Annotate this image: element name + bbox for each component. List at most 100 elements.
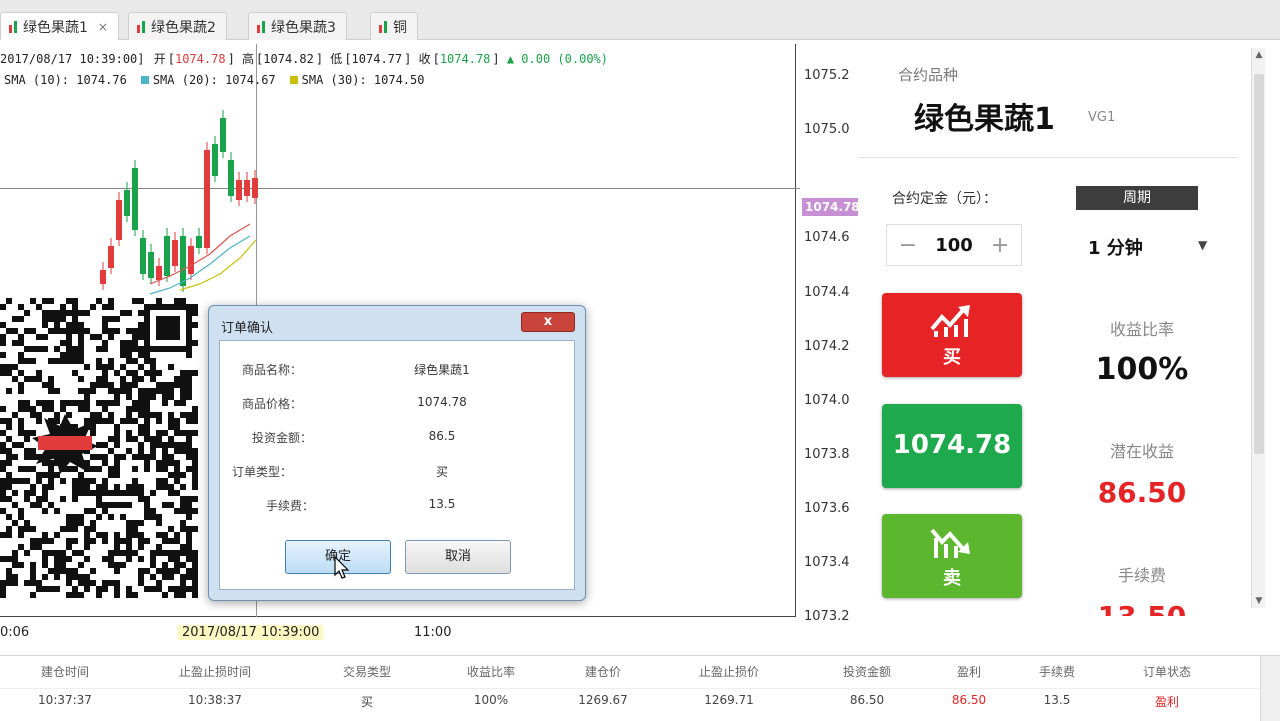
qr-cell	[192, 562, 198, 568]
dialog-close-button[interactable]: x	[521, 312, 575, 332]
increment-button[interactable]: +	[989, 233, 1011, 258]
qr-cell	[12, 364, 18, 370]
qr-cell	[36, 346, 42, 352]
candle-body	[236, 180, 242, 200]
qr-cell	[96, 346, 102, 352]
table-scrollbar[interactable]	[1260, 656, 1280, 721]
qr-cell	[66, 340, 72, 346]
qr-cell	[120, 454, 126, 460]
qr-cell	[156, 550, 162, 556]
tab-copper[interactable]: 铜	[370, 12, 418, 40]
qr-cell	[36, 586, 42, 592]
qr-cell	[132, 298, 138, 304]
qr-cell	[54, 316, 60, 322]
tab-close-icon[interactable]: ×	[98, 20, 108, 34]
qr-cell	[66, 556, 72, 562]
qr-cell	[6, 454, 12, 460]
qr-cell	[18, 532, 24, 538]
period-select[interactable]: 1 分钟	[1088, 234, 1143, 260]
qr-cell	[114, 394, 120, 400]
qr-cell	[6, 388, 12, 394]
qr-cell	[192, 340, 198, 346]
dialog-row: 手续费： 13.5	[220, 497, 576, 517]
qr-cell	[72, 586, 78, 592]
tab-vg3[interactable]: 绿色果蔬3	[248, 12, 347, 40]
qr-cell	[174, 490, 180, 496]
qr-cell	[114, 592, 120, 598]
qr-cell	[168, 364, 174, 370]
decrement-button[interactable]: −	[897, 233, 919, 258]
qr-cell	[126, 406, 132, 412]
qr-cell	[180, 544, 186, 550]
qr-cell	[132, 520, 138, 526]
qr-cell	[186, 502, 192, 508]
chevron-down-icon[interactable]: ▼	[1198, 238, 1207, 252]
qr-cell	[120, 376, 126, 382]
table-row[interactable]: 10:37:37 10:38:37 买 100% 1269.67 1269.71…	[0, 688, 1260, 716]
qr-cell	[138, 490, 144, 496]
qr-cell	[174, 550, 180, 556]
qr-cell	[78, 478, 84, 484]
column-header: 投资金额	[842, 665, 891, 679]
qr-cell	[66, 520, 72, 526]
qr-cell	[54, 322, 60, 328]
qr-cell	[138, 430, 144, 436]
qr-cell	[24, 526, 30, 532]
qr-cell	[192, 568, 198, 574]
panel-scrollbar[interactable]: ▲ ▼	[1251, 48, 1265, 608]
qr-cell	[192, 526, 198, 532]
tab-vg2[interactable]: 绿色果蔬2	[128, 12, 227, 40]
qr-cell	[162, 388, 168, 394]
qr-cell	[60, 568, 66, 574]
qr-cell	[30, 298, 36, 304]
qr-cell	[6, 448, 12, 454]
qr-cell	[114, 442, 120, 448]
scrollbar-thumb[interactable]	[1254, 74, 1264, 454]
qr-cell	[90, 580, 96, 586]
qr-cell	[138, 556, 144, 562]
profit-label: 潜在收益	[1109, 442, 1174, 461]
qr-cell	[156, 586, 162, 592]
amount-value[interactable]: 100	[935, 235, 973, 256]
tab-vg1[interactable]: 绿色果蔬1 ×	[0, 12, 119, 41]
qr-cell	[150, 556, 156, 562]
qr-cell	[48, 538, 54, 544]
qr-cell	[132, 340, 138, 346]
qr-cell	[24, 358, 30, 364]
qr-cell	[156, 484, 162, 490]
qr-cell	[114, 430, 120, 436]
qr-cell	[72, 304, 78, 310]
qr-cell	[60, 304, 66, 310]
qr-cell	[186, 418, 192, 424]
qr-cell	[192, 430, 198, 436]
qr-cell	[90, 568, 96, 574]
qr-cell	[6, 424, 12, 430]
qr-cell	[60, 496, 66, 502]
qr-cell	[132, 436, 138, 442]
price-button[interactable]: 1074.78	[882, 404, 1022, 488]
scroll-up-icon[interactable]: ▲	[1252, 50, 1266, 60]
sell-button[interactable]: 卖	[882, 514, 1022, 598]
qr-cell	[180, 526, 186, 532]
qr-cell	[114, 538, 120, 544]
qr-cell	[42, 574, 48, 580]
qr-cell	[132, 328, 138, 334]
qr-cell	[180, 502, 186, 508]
qr-cell	[66, 298, 72, 304]
qr-cell	[78, 490, 84, 496]
qr-cell	[30, 376, 36, 382]
qr-cell	[102, 418, 108, 424]
qr-cell	[96, 484, 102, 490]
qr-cell	[114, 490, 120, 496]
qr-cell	[120, 490, 126, 496]
qr-cell	[54, 328, 60, 334]
scroll-down-icon[interactable]: ▼	[1252, 596, 1266, 606]
time-tick: 11:00	[414, 625, 452, 640]
price-tick: 1073.8	[804, 447, 850, 462]
buy-button[interactable]: 买	[882, 293, 1022, 377]
amount-stepper[interactable]: − 100 +	[886, 224, 1022, 266]
qr-cell	[72, 328, 78, 334]
qr-cell	[18, 304, 24, 310]
cancel-button[interactable]: 取消	[405, 540, 511, 574]
qr-cell	[192, 418, 198, 424]
